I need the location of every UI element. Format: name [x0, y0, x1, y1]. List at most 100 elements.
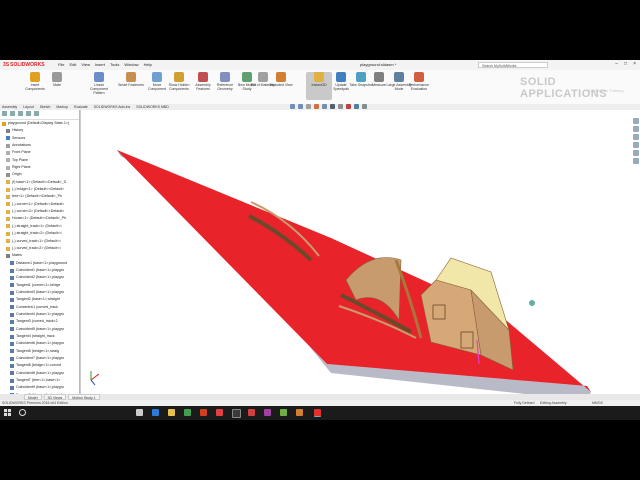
move-component-icon — [152, 72, 162, 82]
tool-linear-component-pattern[interactable]: Linear Component Pattern — [86, 72, 112, 95]
task-view-icon[interactable] — [136, 409, 143, 416]
edit-appearance-icon[interactable] — [346, 104, 351, 109]
menu-item-edit[interactable]: Edit — [69, 62, 76, 67]
feature-manager-icon[interactable] — [2, 111, 7, 116]
tree-item[interactable]: Coincident8 (base<1>,playgro — [0, 370, 80, 377]
tree-item-label: Tangent4 (straight_track — [16, 333, 55, 338]
minimize-icon[interactable]: – — [615, 61, 618, 67]
tree-item[interactable]: Origin — [0, 171, 80, 178]
section-view-icon[interactable] — [314, 104, 319, 109]
tree-item[interactable]: Mates — [0, 252, 80, 259]
close-icon[interactable]: × — [633, 61, 636, 67]
tree-item[interactable]: Coincident5 (base<1>,playgro — [0, 326, 80, 333]
tool-label: Measure — [372, 83, 386, 87]
maximize-icon[interactable]: □ — [624, 61, 627, 67]
app-logo[interactable]: 3S SOLIDWORKS — [3, 61, 45, 69]
display-style-icon[interactable] — [330, 104, 335, 109]
tree-item[interactable]: House<1> (Default<<Default>_Ph — [0, 215, 80, 222]
tree-item[interactable]: Tangent4 (straight_track — [0, 333, 80, 340]
property-manager-icon[interactable] — [10, 111, 15, 116]
menu-item-help[interactable]: Help — [144, 62, 152, 67]
tool-smart-fasteners[interactable]: Smart Fasteners — [118, 72, 144, 87]
menu-item-tools[interactable]: Tools — [110, 62, 119, 67]
tree-item[interactable]: Coincident4 (base<1>,playgro — [0, 311, 80, 318]
appearances-icon[interactable] — [633, 150, 639, 156]
display-manager-icon[interactable] — [34, 111, 39, 116]
tree-item[interactable]: Coincident9 (base<1>,playgro — [0, 384, 80, 391]
tool-show-hidden-components[interactable]: Show Hidden Components — [166, 72, 192, 91]
edge-icon[interactable] — [152, 409, 159, 416]
powerpoint-icon[interactable] — [200, 409, 207, 416]
search-input[interactable]: Search MySolidWorks — [478, 62, 548, 68]
tree-item[interactable]: (-) corner<2> (Default<<Default> — [0, 208, 80, 215]
tree-item[interactable]: Right Plane — [0, 164, 80, 171]
tree-item[interactable]: (-) straight_track<1> (Default<< — [0, 223, 80, 230]
tree-item[interactable]: (-) curved_track<2> (Default<< — [0, 245, 80, 252]
tree-item-label: Distance1 (base<1>,playground — [16, 260, 67, 265]
app-icon-5[interactable] — [296, 409, 303, 416]
windows-start-icon[interactable] — [4, 409, 11, 416]
app-icon-4[interactable] — [280, 409, 287, 416]
tree-scrollbar[interactable] — [79, 110, 80, 406]
solidworks-taskbar-icon[interactable] — [216, 409, 223, 416]
tree-item[interactable]: (-) corner<1> (Default<<Default> — [0, 201, 80, 208]
tree-item[interactable]: Coincident7 (base<1>,playgro — [0, 355, 80, 362]
tree-item[interactable]: History — [0, 127, 80, 134]
tree-item[interactable]: Top Plane — [0, 157, 80, 164]
file-explorer-icon[interactable] — [633, 134, 639, 140]
tree-item[interactable]: Front Plane — [0, 149, 80, 156]
tree-item[interactable]: playground (Default<Display State-1>) — [0, 120, 80, 127]
tool-performance-evaluation[interactable]: Performance Evaluation — [406, 72, 432, 91]
tree-item[interactable]: (-) curved_track<1> (Default<< — [0, 238, 80, 245]
tree-node-icon — [6, 136, 10, 141]
configuration-manager-icon[interactable] — [18, 111, 23, 116]
tree-node-icon — [6, 129, 10, 134]
tree-item[interactable]: Tangent5 (bridge<1>,straig — [0, 348, 80, 355]
tree-item[interactable]: Coincident6 (base<1>,playgro — [0, 340, 80, 347]
menu-item-view[interactable]: View — [81, 62, 90, 67]
design-library-icon[interactable] — [633, 126, 639, 132]
tree-item[interactable]: Coincident3 (base<1>,playgro — [0, 289, 80, 296]
solidworks-resources-icon[interactable] — [633, 118, 639, 124]
app-icon-1[interactable] — [232, 409, 241, 418]
app-icon-2[interactable] — [248, 409, 255, 416]
tree-item[interactable]: Tangent6 (bridge<1>,curved — [0, 362, 80, 369]
tree-item[interactable]: Tangent2 (base<1>,straight — [0, 296, 80, 303]
view-palette-icon[interactable] — [633, 142, 639, 148]
tree-item[interactable]: Distance1 (base<1>,playground — [0, 260, 80, 267]
tree-item[interactable]: Coincident1 (base<1>,playgro — [0, 267, 80, 274]
tree-item[interactable]: Tangent7 (tree<1>,base<1> — [0, 377, 80, 384]
zoom-fit-icon[interactable] — [290, 104, 295, 109]
previous-view-icon[interactable] — [306, 104, 311, 109]
tree-item[interactable]: Tangent3 (curved_track<2 — [0, 318, 80, 325]
tree-item[interactable]: Annotations — [0, 142, 80, 149]
graphics-area[interactable] — [81, 110, 631, 400]
scene-icon[interactable] — [354, 104, 359, 109]
tree-item[interactable]: (-) bridge<1> (Default<<Default> — [0, 186, 80, 193]
zoom-area-icon[interactable] — [298, 104, 303, 109]
tree-item-label: Coincident7 (base<1>,playgro — [16, 356, 64, 360]
tree-item[interactable]: tree<1> (Default<<Default>_Ph — [0, 193, 80, 200]
hide-show-icon[interactable] — [338, 104, 343, 109]
custom-properties-icon[interactable] — [633, 158, 639, 164]
menu-item-window[interactable]: Window — [124, 62, 138, 67]
tree-item[interactable]: Sensors — [0, 135, 80, 142]
view-orientation-icon[interactable] — [322, 104, 327, 109]
file-explorer-taskbar-icon[interactable] — [168, 409, 175, 416]
tree-item[interactable]: Coincident2 (base<1>,playgro — [0, 274, 80, 281]
menu-item-file[interactable]: File — [58, 62, 64, 67]
tree-item[interactable]: Concentric1 (curved_track — [0, 304, 80, 311]
app-icon-3[interactable] — [264, 409, 271, 416]
model-view[interactable] — [81, 110, 631, 400]
view-settings-icon[interactable] — [362, 104, 367, 109]
tree-item[interactable]: (-) straight_track<2> (Default<< — [0, 230, 80, 237]
excel-icon[interactable] — [184, 409, 191, 416]
cortana-icon[interactable] — [19, 409, 26, 416]
app-icon-active[interactable] — [314, 409, 321, 417]
tool-exploded-view[interactable]: Exploded View — [268, 72, 294, 87]
dimxpert-icon[interactable] — [26, 111, 31, 116]
tree-item[interactable]: (f) base<1> (Default<<Default>_D — [0, 179, 80, 186]
tree-item[interactable]: Tangent1 (corner<1>,bridge — [0, 282, 80, 289]
menu-item-insert[interactable]: Insert — [95, 62, 105, 67]
tool-mate[interactable]: Mate — [44, 72, 70, 87]
